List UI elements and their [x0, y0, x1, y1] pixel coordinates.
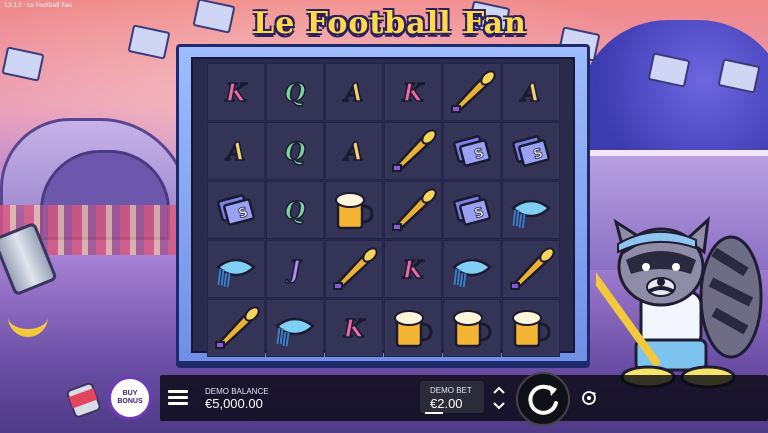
bet-level-bar	[425, 412, 443, 414]
symbol-q: Q	[284, 136, 306, 167]
symbol-k: K	[402, 77, 424, 108]
reel-cell	[502, 240, 560, 298]
reel-frame: KQAKAAQASSSQSJKK	[176, 44, 590, 364]
symbol-k: K	[402, 254, 424, 285]
chevron-down-icon[interactable]	[490, 399, 508, 413]
bet-label: DEMO BET	[430, 386, 472, 395]
vuvuzela-horn-icon	[507, 245, 555, 293]
reel-cell	[443, 63, 501, 121]
reel-cell	[502, 299, 560, 357]
football-scarf-icon	[271, 304, 319, 352]
symbol-a: A	[226, 136, 246, 167]
reel-area: KQAKAAQASSSQSJKK	[191, 57, 575, 357]
buy-bonus-button[interactable]: BUY BONUS	[108, 376, 152, 420]
flag-icon	[717, 58, 761, 94]
symbol-a: A	[521, 77, 541, 108]
spin-arrow-icon	[528, 384, 558, 415]
ticket-stack-icon: S	[212, 186, 260, 234]
reel-cell: S	[502, 122, 560, 180]
reel-cell: K	[384, 240, 442, 298]
vuvuzela-horn-icon	[389, 186, 437, 234]
autoplay-button[interactable]	[580, 389, 598, 407]
reel-cell: A	[502, 63, 560, 121]
reel-cell	[502, 181, 560, 239]
reel-cell: Q	[266, 63, 324, 121]
flag-icon	[192, 0, 236, 34]
reel-cell	[443, 299, 501, 357]
symbol-q: Q	[284, 77, 306, 108]
beer-mug-icon	[389, 304, 437, 352]
ticket-stack-icon: S	[448, 127, 496, 175]
symbol-q: Q	[284, 195, 306, 226]
reel-cell: K	[325, 299, 383, 357]
hamburger-menu-icon[interactable]	[168, 390, 188, 406]
flag-icon	[1, 46, 45, 82]
reel-cell: K	[384, 63, 442, 121]
flag-icon	[647, 52, 691, 88]
autoplay-icon	[582, 391, 596, 405]
reel-cell	[443, 240, 501, 298]
ticket-stack-icon: S	[448, 186, 496, 234]
reel-cell	[207, 299, 265, 357]
balance-value: €5,000.00	[205, 396, 263, 411]
vuvuzela-horn-icon	[330, 245, 378, 293]
reel-cell	[325, 181, 383, 239]
reel-cell: Q	[266, 181, 324, 239]
football-scarf-icon	[212, 245, 260, 293]
symbol-k: K	[343, 313, 365, 344]
reel-cell: A	[325, 122, 383, 180]
chevron-up-icon[interactable]	[490, 383, 508, 397]
buy-bonus-label: BUY	[122, 390, 138, 397]
vuvuzela-horn-icon	[389, 127, 437, 175]
bet-value: €2.00	[430, 396, 463, 411]
flag-icon	[127, 24, 171, 60]
reel-cell	[384, 299, 442, 357]
reel-cell: Q	[266, 122, 324, 180]
vuvuzela-horn-icon	[448, 68, 496, 116]
reel-cell	[266, 299, 324, 357]
reel-cell: A	[325, 63, 383, 121]
spin-button[interactable]	[516, 372, 570, 426]
symbol-a: A	[344, 136, 364, 167]
football-scarf-icon	[448, 245, 496, 293]
symbol-a: A	[344, 77, 364, 108]
beer-mug-icon	[330, 186, 378, 234]
football-scarf-icon	[507, 186, 555, 234]
symbol-j: J	[289, 254, 302, 285]
reel-cell: K	[207, 63, 265, 121]
game-title: Le Football Fan	[253, 6, 527, 41]
reel-cell	[207, 240, 265, 298]
reel-grid: KQAKAAQASSSQSJKK	[207, 63, 560, 357]
reel-cell: S	[207, 181, 265, 239]
vuvuzela-horn-icon	[212, 304, 260, 352]
raccoon-mascot-icon	[596, 216, 763, 389]
reel-cell	[325, 240, 383, 298]
reel-cell: S	[443, 122, 501, 180]
balance-label: DEMO BALANCE	[205, 387, 269, 396]
reel-cell: J	[266, 240, 324, 298]
reel-cell: A	[207, 122, 265, 180]
ticket-stack-icon: S	[507, 127, 555, 175]
symbol-k: K	[225, 77, 247, 108]
reel-cell	[384, 122, 442, 180]
buy-bonus-label: BONUS	[117, 398, 143, 405]
status-text: 13:13 · Le Football Fan	[4, 2, 72, 9]
reel-cell	[384, 181, 442, 239]
beer-mug-icon	[507, 304, 555, 352]
beer-mug-icon	[448, 304, 496, 352]
reel-cell: S	[443, 181, 501, 239]
